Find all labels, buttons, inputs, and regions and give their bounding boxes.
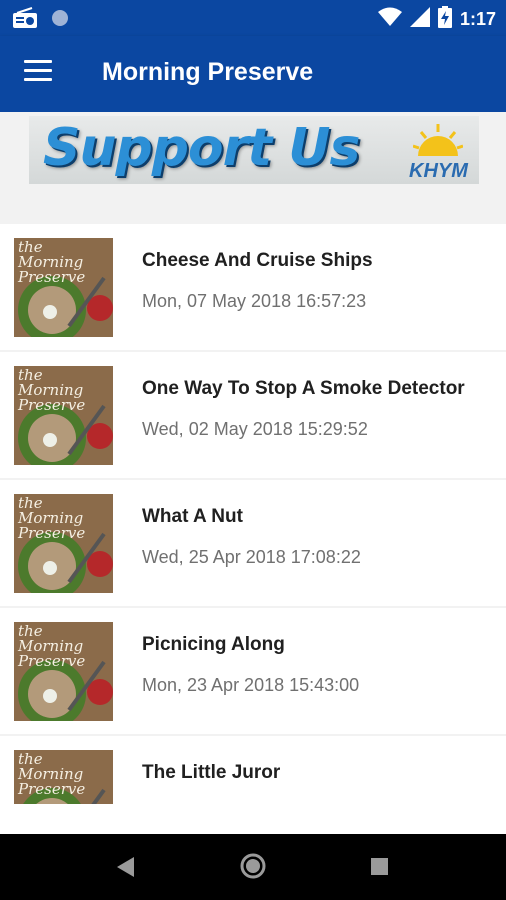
menu-button[interactable] [24,60,56,88]
banner-area: Support Us KHYM [0,112,506,224]
status-bar: 1:17 [0,0,506,36]
navigation-bar [0,834,506,900]
episode-title: Cheese And Cruise Ships [142,250,373,271]
banner-text: Support Us [43,118,360,178]
episode-thumbnail: the Morning Preserve [14,622,113,721]
back-button[interactable] [86,834,166,900]
wifi-icon [377,7,402,32]
support-us-banner[interactable]: Support Us KHYM [29,116,479,184]
list-item[interactable]: the Morning Preserve Cheese And Cruise Shi… [0,224,506,350]
episode-list: the Morning Preserve Cheese And Cruise Shi… [0,224,506,804]
thumbnail-text: the Morning Preserve [18,750,86,798]
thumbnail-text: the Morning Preserve [18,238,86,286]
list-item[interactable]: the Morning Preserve The Little Juror [0,736,506,804]
episode-date: Mon, 23 Apr 2018 15:43:00 [142,675,360,695]
episode-thumbnail: the Morning Preserve [14,238,113,337]
episode-thumbnail: the Morning Preserve [14,494,113,593]
back-icon [117,857,134,877]
thumbnail-text: the Morning Preserve [18,366,86,414]
episode-thumbnail: the Morning Preserve [14,750,113,804]
episode-date: Wed, 02 May 2018 15:29:52 [142,419,368,439]
episode-title: The Little Juror [142,762,281,783]
thumbnail-text: the Morning Preserve [18,494,86,542]
episode-date: Wed, 25 Apr 2018 17:08:22 [142,547,361,567]
list-item[interactable]: the Morning Preserve One Way To Stop A Smo… [0,352,506,478]
page-title: Morning Preserve [102,58,314,86]
circle-icon [50,8,70,33]
radio-icon [12,7,38,34]
battery-icon [437,6,452,33]
home-button[interactable] [213,834,293,900]
episode-date: Mon, 07 May 2018 16:57:23 [142,291,367,311]
episode-title: One Way To Stop A Smoke Detector [142,378,465,399]
thumbnail-text: the Morning Preserve [18,622,86,670]
home-icon [240,853,266,879]
recents-icon [371,858,388,875]
status-time: 1:17 [459,9,496,29]
episode-thumbnail: the Morning Preserve [14,366,113,465]
recents-button[interactable] [339,834,419,900]
list-item[interactable]: the Morning Preserve Picnicing Along Mon, … [0,608,506,734]
signal-icon [409,7,430,32]
sun-icon [413,124,463,156]
app-bar: Morning Preserve [0,36,506,112]
menu-icon [24,60,52,63]
episode-title: Picnicing Along [142,634,285,655]
episode-title: What A Nut [142,506,243,527]
list-item[interactable]: the Morning Preserve What A Nut Wed, 25 Ap… [0,480,506,606]
banner-logo-text: KHYM [409,160,468,182]
